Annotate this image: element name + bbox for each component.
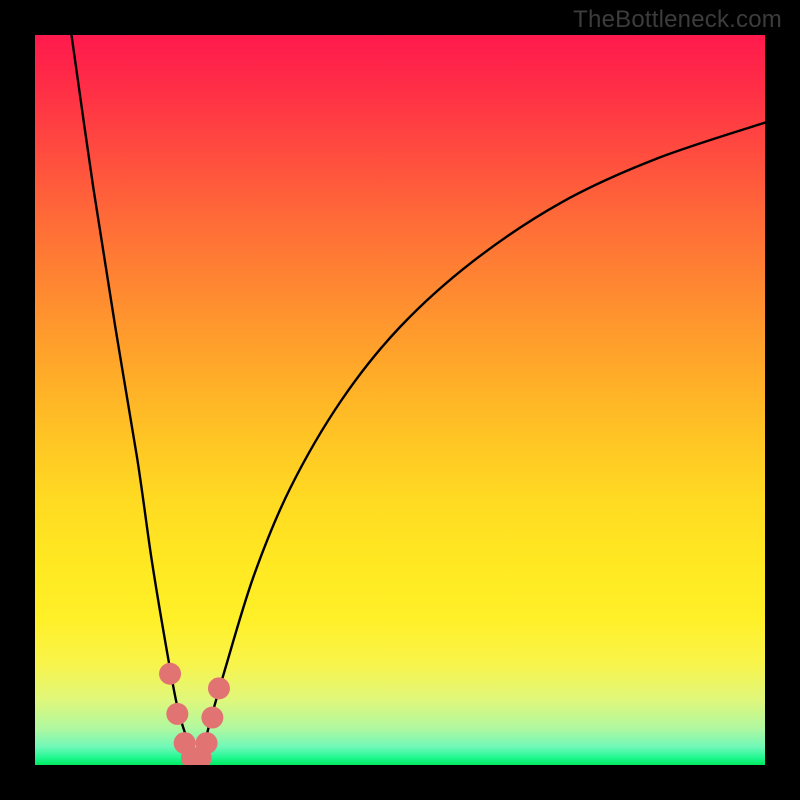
chart-svg-layer — [35, 35, 765, 765]
chart-plot-area — [35, 35, 765, 765]
bottleneck-curve-path — [72, 35, 766, 765]
marker-dot — [208, 677, 230, 699]
chart-outer-frame: TheBottleneck.com — [0, 0, 800, 800]
watermark-text: TheBottleneck.com — [573, 6, 782, 34]
bottleneck-curve — [72, 35, 766, 765]
marker-dot — [166, 703, 188, 725]
marker-dot — [159, 663, 181, 685]
marker-dot — [196, 732, 218, 754]
marker-dot — [201, 707, 223, 729]
marker-dots-group — [159, 663, 230, 765]
